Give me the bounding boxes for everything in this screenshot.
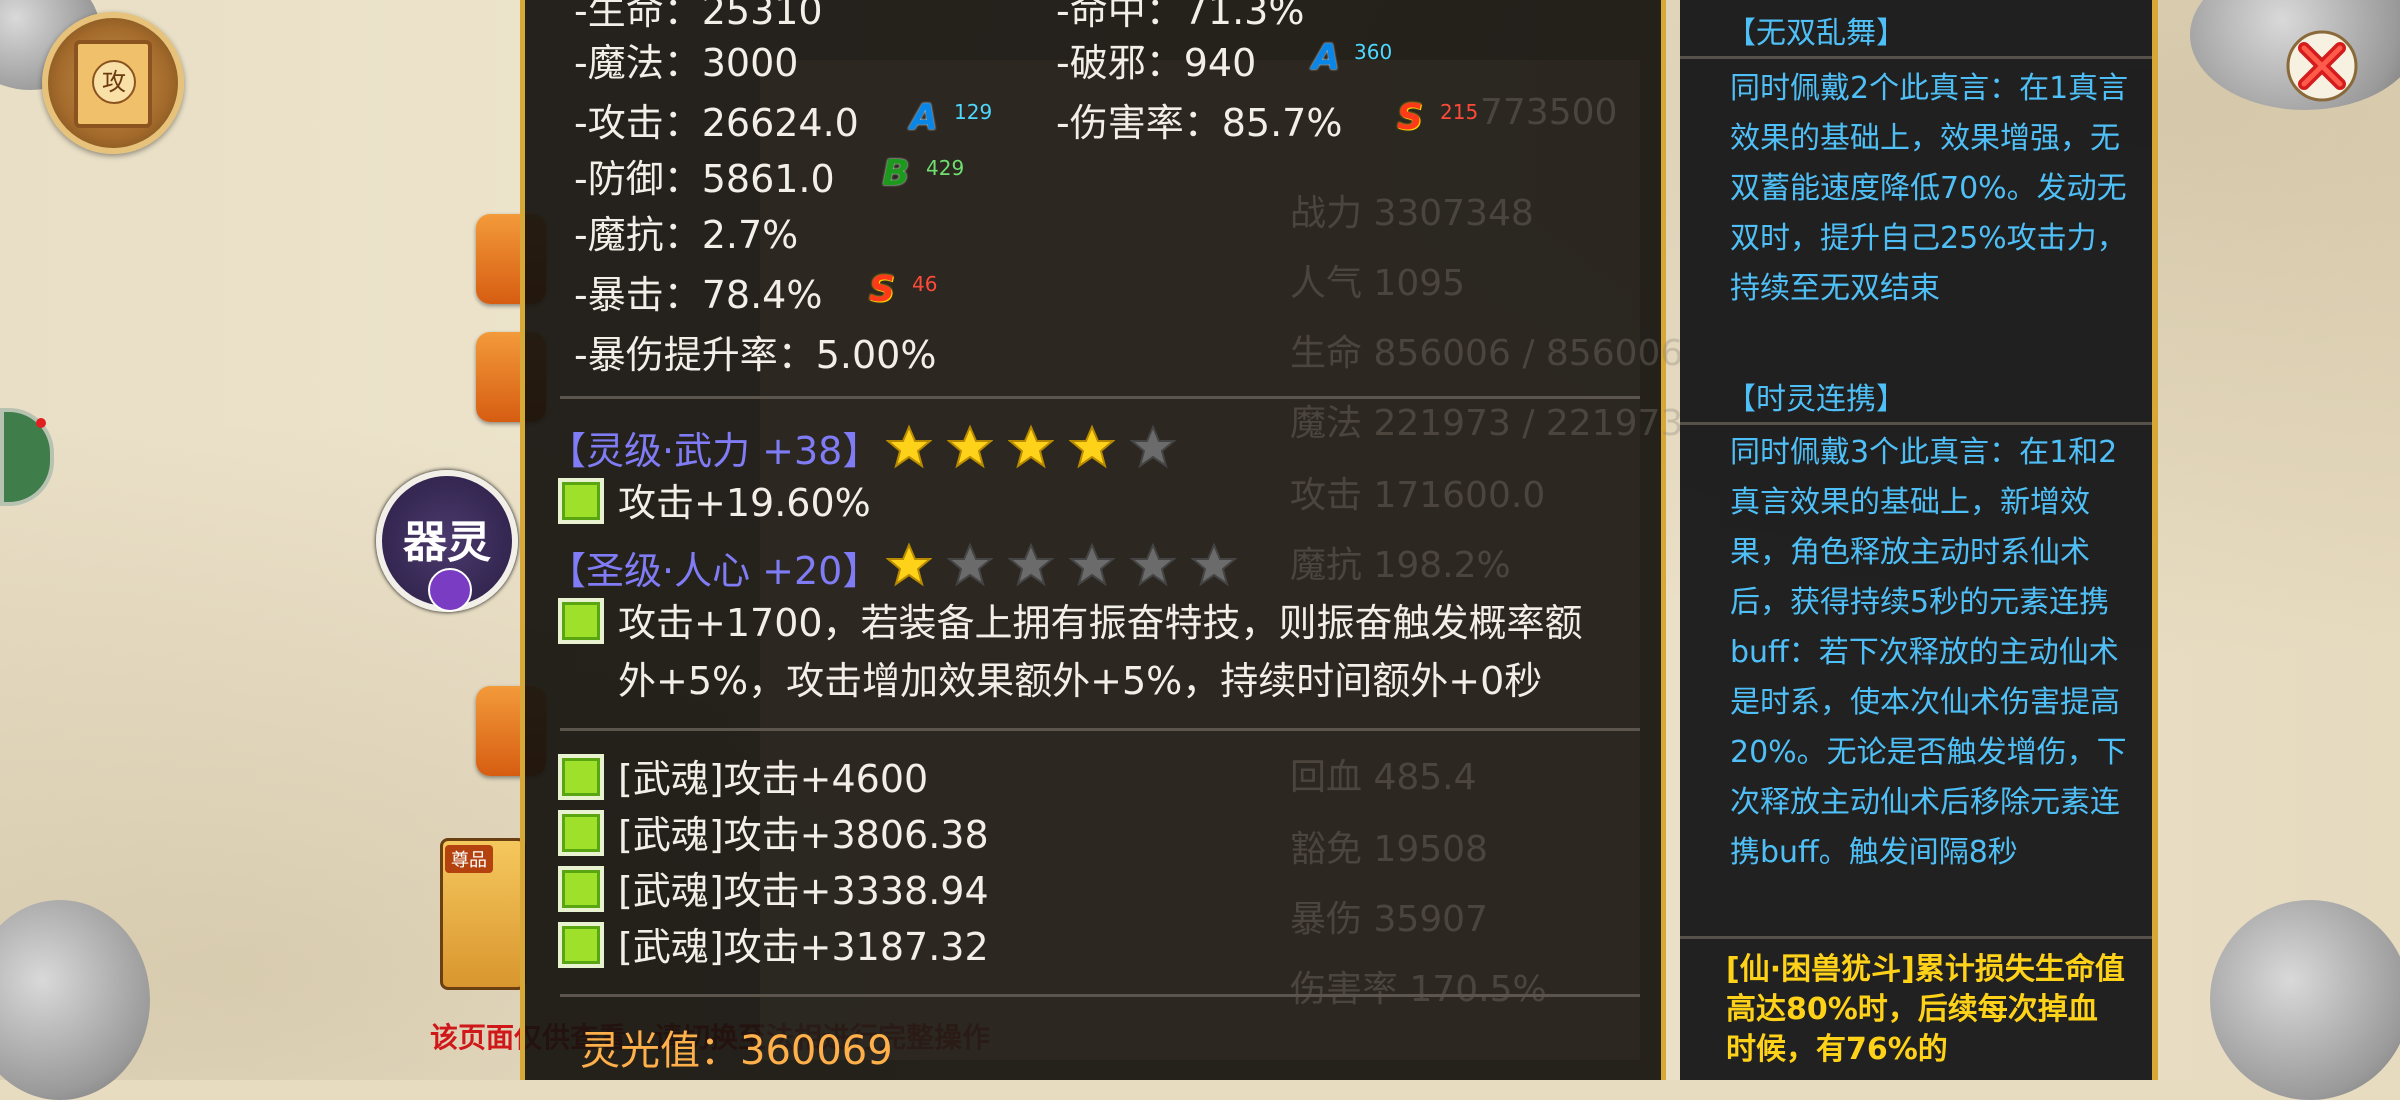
ling-level-effect: 攻击+19.60% bbox=[618, 481, 871, 525]
sheng-level-title: 【圣级·人心 +20】 bbox=[548, 549, 881, 593]
star-filled-icon bbox=[1068, 424, 1116, 470]
ghost-mianyi: 豁免 19508 bbox=[1290, 829, 1488, 870]
grade-value: 46 bbox=[912, 272, 938, 296]
ghost-zhanli: 战力 3307348 bbox=[1290, 193, 1534, 234]
star-filled-icon bbox=[946, 424, 994, 470]
wuhun-bonus-3: [武魂]攻击+3338.94 bbox=[618, 869, 989, 913]
book-icon: 攻 bbox=[74, 40, 152, 128]
bonus-check-icon bbox=[558, 922, 604, 968]
cloud-decoration-bottom-right bbox=[2210, 900, 2400, 1100]
star-filled-icon bbox=[1007, 424, 1055, 470]
ling-level-title: 【灵级·武力 +38】 bbox=[548, 429, 881, 473]
ghost-gongji: 攻击 171600.0 bbox=[1290, 475, 1546, 516]
section-divider bbox=[560, 994, 1640, 997]
star-empty-icon bbox=[1068, 542, 1116, 588]
notification-dot bbox=[36, 418, 46, 428]
sheng-level-effect-line2: 外+5%，攻击增加效果额外+5%，持续时间额外+0秒 bbox=[618, 659, 1543, 703]
grade-a-icon: A bbox=[1312, 37, 1340, 78]
star-filled-icon bbox=[885, 424, 933, 470]
bonus-check-icon bbox=[558, 866, 604, 912]
grade-a-icon: A bbox=[910, 97, 938, 138]
ghost-huixue: 回血 485.4 bbox=[1290, 757, 1477, 798]
qiling-button[interactable]: 器灵 bbox=[376, 470, 518, 612]
section-divider bbox=[560, 728, 1640, 731]
ghost-shanghai: 伤害率 170.5% bbox=[1290, 969, 1547, 1010]
grade-s-icon: S bbox=[1397, 97, 1423, 138]
stat-defense: -防御：5861.0 bbox=[574, 157, 835, 201]
bonus-check-icon bbox=[558, 754, 604, 800]
bonus-check-icon bbox=[558, 478, 604, 524]
set-effect-text-2: 同时佩戴3个此真言：在1和2真言效果的基础上，新增效果，角色释放主动时系仙术后，… bbox=[1730, 435, 2127, 870]
ghost-shengming: 生命 856006 / 856006 bbox=[1290, 333, 1684, 374]
grade-s-icon: S bbox=[869, 269, 895, 310]
set-effect-divider bbox=[1680, 422, 2152, 425]
grade-value: 215 bbox=[1440, 100, 1479, 124]
equipment-card[interactable]: 尊品 bbox=[440, 838, 526, 990]
ghost-baoshang: 暴伤 35907 bbox=[1290, 899, 1488, 940]
close-icon[interactable] bbox=[2284, 28, 2360, 104]
section-divider bbox=[560, 396, 1640, 399]
set-effect-title-1: 【无双乱舞】 bbox=[1726, 16, 1906, 51]
aura-label: 灵光值： bbox=[580, 1028, 740, 1074]
ghost-exp: 773500 bbox=[1480, 92, 1618, 133]
star-empty-icon bbox=[1007, 542, 1055, 588]
set-effect-text-1: 同时佩戴2个此真言：在1真言效果的基础上，效果增强，无双蓄能速度降低70%。发动… bbox=[1730, 71, 2129, 306]
aura-value: 360069 bbox=[740, 1028, 893, 1074]
bonus-check-icon bbox=[558, 598, 604, 644]
sheng-level-effect-line1: 攻击+1700，若装备上拥有振奋特技，则振奋触发概率额 bbox=[618, 601, 1583, 645]
stat-hp: -生命：25310 bbox=[574, 0, 823, 33]
bonus-check-icon bbox=[558, 810, 604, 856]
set-effect-divider bbox=[1680, 56, 2152, 59]
set-effect-title-2: 【时灵连携】 bbox=[1726, 382, 1906, 417]
qiling-sub-icon bbox=[428, 568, 472, 612]
wuhun-bonus-4: [武魂]攻击+3187.32 bbox=[618, 925, 989, 969]
grade-value: 129 bbox=[954, 100, 993, 124]
stat-dmg-rate: -伤害率：85.7% bbox=[1056, 101, 1343, 145]
aura-value-row: 灵光值：360069 bbox=[580, 1018, 893, 1076]
stat-attack: -攻击：26624.0 bbox=[574, 101, 859, 145]
stat-pojie: -破邪：940 bbox=[1056, 41, 1257, 85]
panel-border bbox=[2152, 0, 2158, 1080]
qiling-label: 器灵 bbox=[403, 517, 491, 568]
star-empty-icon bbox=[1129, 424, 1177, 470]
star-filled-icon bbox=[885, 542, 933, 588]
ghost-mokang: 魔抗 198.2% bbox=[1290, 545, 1511, 586]
item-grade-badge: 尊品 bbox=[445, 845, 493, 873]
wuhun-bonus-2: [武魂]攻击+3806.38 bbox=[618, 813, 989, 857]
stat-magic: -魔法：3000 bbox=[574, 41, 799, 85]
grade-value: 429 bbox=[926, 156, 965, 180]
star-empty-icon bbox=[1129, 542, 1177, 588]
star-empty-icon bbox=[946, 542, 994, 588]
ghost-renqi: 人气 1095 bbox=[1290, 263, 1466, 304]
grade-value: 360 bbox=[1354, 40, 1393, 64]
guide-book-button[interactable]: 攻 bbox=[42, 12, 184, 154]
ghost-mofa: 魔法 221973 / 221973 bbox=[1290, 403, 1684, 444]
star-empty-icon bbox=[1190, 542, 1238, 588]
grade-b-icon: B bbox=[882, 153, 910, 194]
skill-description: [仙·困兽犹斗]累计损失生命值高达80%时，后续每次掉血时候，有76%的 bbox=[1726, 952, 2125, 1067]
stat-crit-dmg: -暴伤提升率：5.00% bbox=[574, 333, 937, 377]
stat-hit: -命中：71.3% bbox=[1056, 0, 1305, 33]
wuhun-bonus-1: [武魂]攻击+4600 bbox=[618, 757, 929, 801]
stat-magic-res: -魔抗：2.7% bbox=[574, 213, 799, 257]
book-label: 攻 bbox=[92, 60, 136, 104]
set-effect-divider bbox=[1680, 936, 2152, 939]
stat-crit: -暴击：78.4% bbox=[574, 273, 823, 317]
